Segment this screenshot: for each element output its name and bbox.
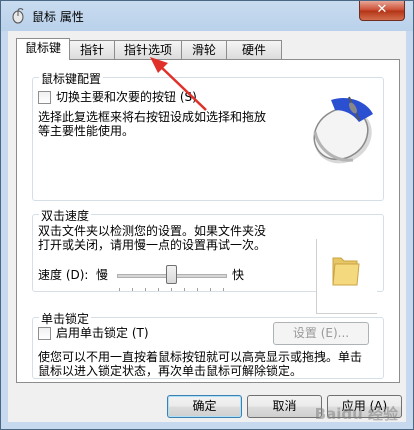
fast-label: 快: [232, 268, 245, 282]
tab-wheel[interactable]: 滑轮: [181, 40, 227, 59]
switch-buttons-checkbox[interactable]: [38, 91, 51, 104]
slider-tick: [158, 288, 159, 291]
slow-label: 慢: [96, 268, 109, 282]
click-lock-title: 单击锁定: [39, 310, 92, 327]
click-lock-description-2: 鼠标以进入锁定状态，再次单击鼠标可解除锁定。: [38, 364, 303, 378]
switch-buttons-label[interactable]: 切换主要和次要的按钮 (S): [56, 90, 197, 104]
mouse-properties-window: 鼠标 属性 ✕ 鼠标键 指针 指针选项 滑轮 硬件 鼠标键配置 切换主要和次要的…: [0, 0, 414, 430]
click-lock-label[interactable]: 启用单击锁定 (T): [56, 326, 149, 340]
cancel-button[interactable]: 取消: [247, 395, 322, 418]
slider-tick: [171, 288, 172, 291]
speed-label: 速度 (D):: [38, 268, 89, 282]
click-lock-description-1: 使您可以不用一直按着鼠标按钮就可以高亮显示或拖拽。单击: [38, 350, 363, 364]
click-lock-checkbox[interactable]: [38, 327, 51, 340]
button-config-group: 鼠标键配置 切换主要和次要的按钮 (S) 选择此复选框来将右按钮设成如选择和拖放…: [32, 70, 384, 201]
mouse-illustration-icon: [313, 96, 373, 164]
mouse-app-icon: [12, 8, 24, 24]
tab-pointers[interactable]: 指针: [69, 40, 115, 59]
double-click-speed-thumb[interactable]: [165, 265, 177, 284]
button-config-description-1: 选择此复选框来将右按钮设成如选择和拖放: [38, 110, 267, 124]
window-title: 鼠标 属性: [32, 10, 84, 24]
click-lock-group: 单击锁定 启用单击锁定 (T) 设置 (E)... 使您可以不用一直按着鼠标按钮…: [32, 310, 384, 379]
click-lock-settings-button[interactable]: 设置 (E)...: [273, 322, 369, 345]
double-click-description-1: 双击文件夹以检测您的设置。如果文件夹没: [38, 224, 267, 238]
title-bar[interactable]: 鼠标 属性 ✕: [1, 1, 413, 31]
slider-tick: [132, 288, 133, 291]
dialog-client-area: 鼠标键 指针 指针选项 滑轮 硬件 鼠标键配置 切换主要和次要的按钮 (S) 选…: [8, 31, 406, 422]
baidu-watermark: Baidu 经验: [314, 405, 398, 423]
double-click-title: 双击速度: [39, 207, 92, 224]
tab-pointer-options[interactable]: 指针选项: [114, 40, 182, 59]
double-click-group: 双击速度 双击文件夹以检测您的设置。如果文件夹没 打开或关闭，请用慢一点的设置再…: [32, 207, 384, 314]
tab-hardware[interactable]: 硬件: [226, 40, 282, 59]
button-config-description-2: 等主要性能使用。: [38, 124, 135, 138]
tab-buttons[interactable]: 鼠标键: [16, 38, 70, 60]
slider-tick: [223, 288, 224, 291]
button-config-title: 鼠标键配置: [39, 70, 104, 87]
close-icon: ✕: [376, 2, 388, 17]
slider-tick: [210, 288, 211, 291]
close-button[interactable]: ✕: [359, 1, 405, 21]
slider-tick: [145, 288, 146, 291]
slider-tick: [184, 288, 185, 291]
tab-panel: 鼠标键配置 切换主要和次要的按钮 (S) 选择此复选框来将右按钮设成如选择和拖放…: [16, 59, 400, 383]
double-click-description-2: 打开或关闭，请用慢一点的设置再试一次。: [38, 238, 267, 252]
slider-tick: [119, 288, 120, 291]
slider-tick: [197, 288, 198, 291]
ok-button[interactable]: 确定: [167, 395, 242, 418]
test-area: [316, 239, 377, 314]
folder-icon[interactable]: [331, 254, 361, 288]
